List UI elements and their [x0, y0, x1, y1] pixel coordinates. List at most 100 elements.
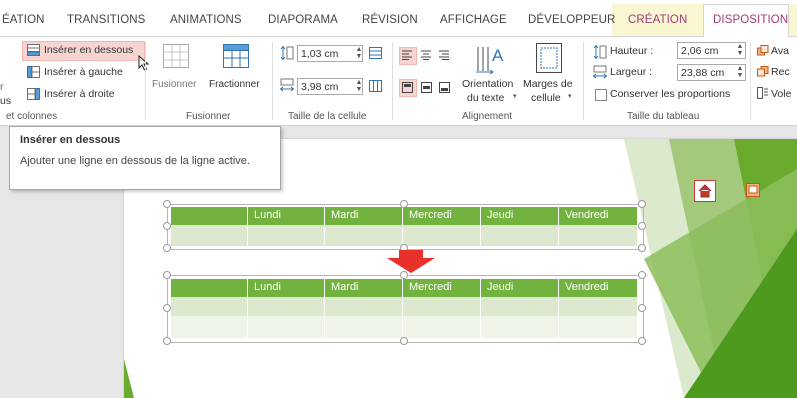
text-direction-label-line2[interactable]: du texte — [467, 92, 504, 104]
insert-below-label[interactable]: Insérer en dessous — [44, 44, 133, 56]
column-divider — [402, 207, 403, 246]
merge-cells-label[interactable]: Fusionner — [152, 79, 196, 90]
merge-cells-icon — [163, 44, 189, 68]
align-middle-icon[interactable] — [421, 82, 432, 93]
header-cell-mardi[interactable]: Mardi — [331, 281, 359, 293]
resize-handle[interactable] — [400, 337, 408, 345]
align-right-icon[interactable] — [439, 50, 450, 60]
resize-handle[interactable] — [638, 222, 646, 230]
tooltip-title: Insérer en dessous — [20, 134, 121, 146]
table-width-value: 23,88 cm — [681, 67, 725, 79]
cell-height-spinner[interactable]: ▲ ▼ — [355, 46, 363, 60]
resize-handle[interactable] — [638, 304, 646, 312]
tab-revision[interactable]: RÉVISION — [362, 14, 418, 26]
cell-height-input[interactable]: 1,03 cm — [297, 45, 363, 62]
home-icon — [698, 184, 712, 198]
tab-table-disposition[interactable]: DISPOSITION — [713, 14, 788, 26]
column-width-icon — [280, 78, 294, 92]
group-label-alignment: Alignement — [462, 111, 513, 122]
cell-width-input[interactable]: 3,98 cm — [297, 78, 363, 95]
group-label-merge: Fusionner — [186, 111, 231, 122]
column-divider — [324, 207, 325, 246]
table-width-icon — [593, 65, 607, 79]
insert-left-label[interactable]: Insérer à gauche — [44, 66, 123, 78]
slide-media-icon[interactable] — [746, 183, 760, 197]
resize-handle[interactable] — [163, 244, 171, 252]
send-backward-icon — [757, 66, 769, 77]
header-cell-lundi[interactable]: Lundi — [254, 209, 281, 221]
send-backward-label[interactable]: Rec — [771, 66, 790, 78]
align-left-icon — [402, 50, 412, 60]
tab-animations[interactable]: ANIMATIONS — [170, 14, 242, 26]
header-cell-mercredi[interactable]: Mercredi — [409, 281, 452, 293]
header-cell-vendredi[interactable]: Vendredi — [565, 209, 608, 221]
bring-forward-icon — [757, 45, 769, 56]
cell-height-value: 1,03 cm — [301, 48, 339, 60]
resize-handle[interactable] — [638, 200, 646, 208]
lock-aspect-label[interactable]: Conserver les proportions — [610, 88, 730, 100]
home-button[interactable] — [694, 180, 716, 202]
resize-handle[interactable] — [163, 304, 171, 312]
resize-handle[interactable] — [163, 271, 171, 279]
header-cell-vendredi[interactable]: Vendredi — [565, 281, 608, 293]
dropdown-arrow-icon[interactable]: ▾ — [568, 92, 572, 100]
column-divider — [558, 207, 559, 246]
table-height-icon — [593, 45, 607, 59]
resize-handle[interactable] — [163, 337, 171, 345]
text-direction-label[interactable]: Orientation — [462, 78, 513, 90]
column-divider — [480, 207, 481, 246]
align-top-icon — [402, 82, 413, 93]
text-direction-icon: A — [476, 46, 504, 75]
tab-diaporama[interactable]: DIAPORAMA — [268, 14, 338, 26]
resize-handle[interactable] — [400, 271, 408, 279]
table-width-spinner[interactable]: ▲ ▼ — [736, 65, 744, 79]
svg-text:A: A — [492, 46, 504, 65]
align-bottom-icon[interactable] — [439, 82, 450, 93]
tooltip-body: Ajouter une ligne en dessous de la ligne… — [20, 155, 250, 167]
cell-margins-label-line2[interactable]: cellule — [531, 92, 561, 104]
resize-handle[interactable] — [163, 222, 171, 230]
column-divider — [324, 279, 325, 338]
header-cell-mercredi[interactable]: Mercredi — [409, 209, 452, 221]
group-separator — [145, 42, 146, 120]
selection-pane-label[interactable]: Vole — [771, 88, 791, 100]
header-cell-jeudi[interactable]: Jeudi — [487, 209, 513, 221]
dropdown-arrow-icon[interactable]: ▾ — [513, 92, 517, 100]
tab-table-creation[interactable]: CRÉATION — [628, 14, 687, 26]
header-cell-lundi[interactable]: Lundi — [254, 281, 281, 293]
insert-column-right-icon — [27, 88, 40, 100]
distribute-rows-icon — [369, 47, 382, 59]
resize-handle[interactable] — [163, 200, 171, 208]
cell-width-value: 3,98 cm — [301, 81, 339, 93]
table-row[interactable] — [171, 225, 637, 246]
column-divider — [480, 279, 481, 338]
tab-developpeur[interactable]: DÉVELOPPEUR — [528, 14, 615, 26]
tab-transitions[interactable]: TRANSITIONS — [67, 14, 145, 26]
table-1[interactable]: Lundi Mardi Mercredi Jeudi Vendredi — [171, 207, 637, 246]
resize-handle[interactable] — [400, 200, 408, 208]
group-separator — [750, 42, 751, 120]
lock-aspect-checkbox[interactable] — [595, 89, 607, 101]
resize-handle[interactable] — [638, 337, 646, 345]
table-height-label: Hauteur : — [610, 45, 654, 57]
bring-forward-label[interactable]: Ava — [771, 45, 789, 57]
table-row-inserted[interactable] — [171, 316, 637, 338]
split-cells-label[interactable]: Fractionner — [209, 79, 260, 90]
group-label-rows-columns: et colonnes — [6, 111, 58, 122]
resize-handle[interactable] — [638, 244, 646, 252]
insert-right-label[interactable]: Insérer à droite — [44, 88, 115, 100]
align-center-icon[interactable] — [421, 50, 432, 60]
selection-pane-icon — [757, 87, 768, 99]
partial-label: r — [0, 81, 4, 93]
tab-affichage[interactable]: AFFICHAGE — [440, 14, 507, 26]
header-cell-jeudi[interactable]: Jeudi — [487, 281, 513, 293]
header-cell-mardi[interactable]: Mardi — [331, 209, 359, 221]
tab-creation-partial[interactable]: ÉATION — [2, 14, 45, 26]
table-height-spinner[interactable]: ▲ ▼ — [736, 43, 744, 57]
table-row[interactable] — [171, 297, 637, 316]
cell-width-spinner[interactable]: ▲ ▼ — [355, 79, 363, 93]
table-2[interactable]: Lundi Mardi Mercredi Jeudi Vendredi — [171, 279, 637, 338]
column-divider — [558, 279, 559, 338]
resize-handle[interactable] — [638, 271, 646, 279]
cell-margins-label[interactable]: Marges de — [523, 78, 573, 90]
